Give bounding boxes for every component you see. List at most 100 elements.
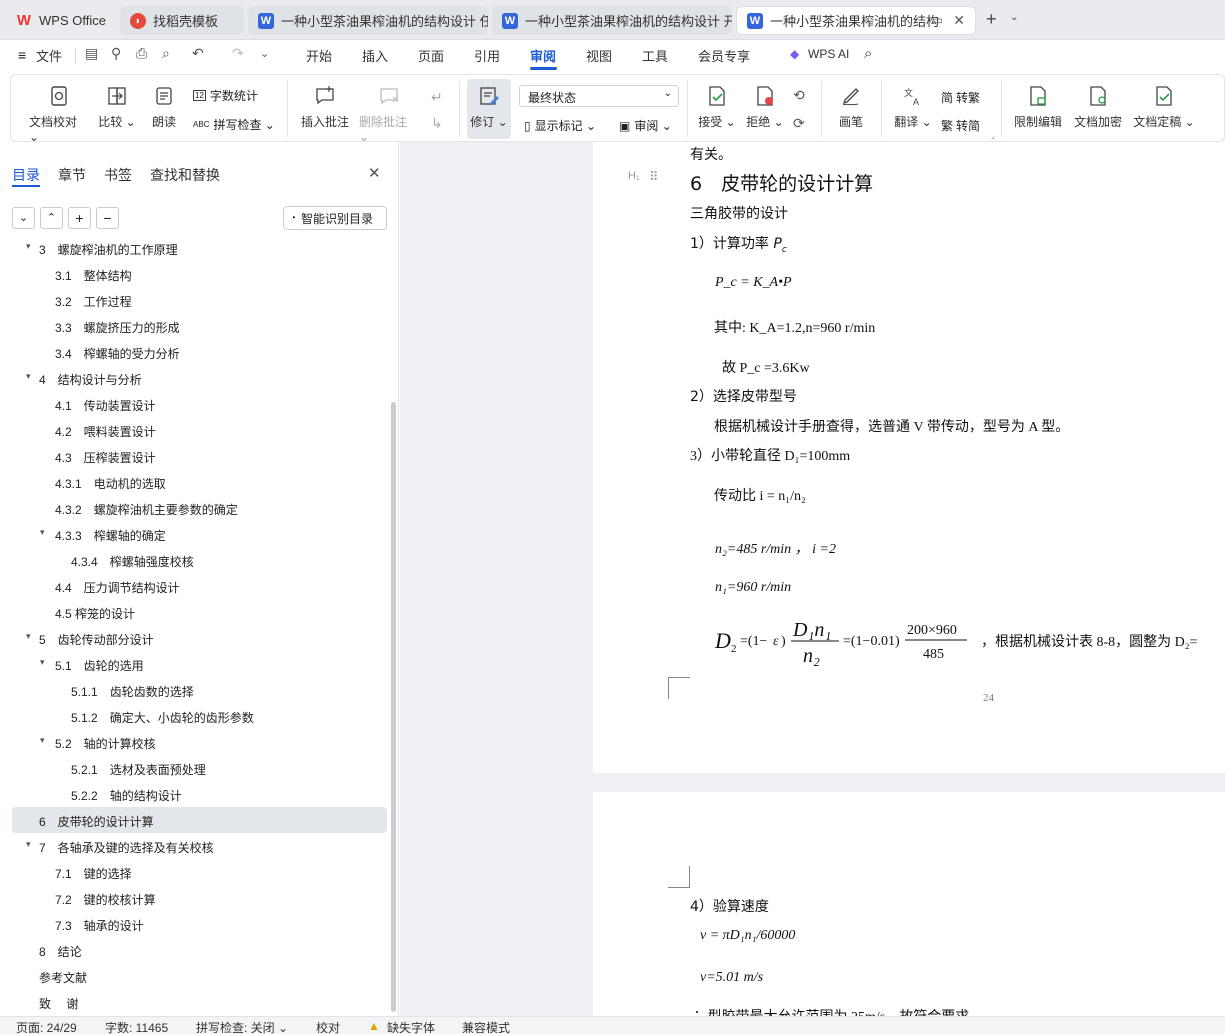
toc-scrollbar[interactable] xyxy=(391,402,396,1012)
expand-icon[interactable]: ⌃ xyxy=(40,207,63,229)
menu-review[interactable]: 审阅 xyxy=(530,46,556,65)
close-tab-icon[interactable]: ✕ xyxy=(953,12,965,29)
compare-button[interactable]: 比较 ⌄ xyxy=(97,75,137,130)
share-icon[interactable]: ⚲ xyxy=(111,45,121,62)
close-pane-icon[interactable]: ✕ xyxy=(368,164,381,182)
toc-item[interactable]: ▾ 3 螺旋榨油机的工作原理 xyxy=(0,242,392,261)
toc-item[interactable]: 4.3.1 电动机的选取 xyxy=(0,469,392,495)
toc-item-selected[interactable]: 6 皮带轮的设计计算 xyxy=(12,807,387,833)
tab-bookmark[interactable]: 书签 xyxy=(104,165,132,185)
toc-item[interactable]: 参考文献 xyxy=(0,963,392,989)
proof-button[interactable]: 文档校对 ⌄ xyxy=(29,75,89,144)
menu-wps-ai[interactable]: WPS AI xyxy=(808,47,849,61)
compat-mode[interactable]: 兼容模式 xyxy=(462,1019,510,1036)
toc-item[interactable]: 8 结论 xyxy=(0,937,392,963)
toc-item[interactable]: 致 谢 xyxy=(0,989,392,1015)
menu-file[interactable]: 文件 xyxy=(36,46,62,65)
tab-template[interactable]: ◗ 找稻壳模板 xyxy=(120,6,244,35)
insert-comment-button[interactable]: 插入批注 xyxy=(299,75,351,130)
collapse-icon[interactable]: ⌄ xyxy=(12,207,35,229)
tab-wps-office[interactable]: W WPS Office xyxy=(6,6,116,35)
hamburger-icon[interactable]: ≡ xyxy=(18,47,26,63)
final-state-select[interactable]: 最终状态 ⌄ xyxy=(519,85,679,107)
tab-doc-task[interactable]: W 一种小型茶油果榨油机的结构设计 任 xyxy=(248,6,488,35)
read-aloud-button[interactable]: 朗读 xyxy=(149,75,179,130)
toc-item[interactable]: 3.2 工作过程 xyxy=(0,287,392,313)
to-traditional-button[interactable]: 简转繁 xyxy=(941,89,980,106)
page-indicator[interactable]: 页面: 24/29 xyxy=(16,1019,77,1036)
menu-vip[interactable]: 会员专享 xyxy=(698,46,750,65)
tab-chapter[interactable]: 章节 xyxy=(58,165,86,185)
missing-font[interactable]: 缺失字体 xyxy=(387,1019,435,1036)
undo-icon[interactable]: ↶ xyxy=(192,45,204,62)
delete-comment-button[interactable]: 删除批注 ⌄ xyxy=(359,75,419,144)
save-icon[interactable]: ▤ xyxy=(85,45,98,62)
translate-button[interactable]: 文A 翻译 ⌄ xyxy=(893,75,933,130)
tab-doc-open[interactable]: W 一种小型茶油果榨油机的结构设计 开 xyxy=(492,6,732,35)
accept-button[interactable]: 接受 ⌄ xyxy=(697,75,737,130)
toc-item[interactable]: 7.3 轴承的设计 xyxy=(0,911,392,937)
toc-item[interactable]: 4.3.4 榨螺轴强度校核 xyxy=(0,547,392,573)
menu-insert[interactable]: 插入 xyxy=(362,46,388,65)
prev-comment-icon[interactable]: ↵ xyxy=(431,89,443,106)
toc-item[interactable]: ▾ 4 结构设计与分析 xyxy=(0,365,392,391)
encrypt-button[interactable]: 文档加密 xyxy=(1071,75,1125,130)
drag-handle-icon[interactable]: ⠿ xyxy=(649,169,659,185)
spellcheck-button[interactable]: ABC 拼写检查 ⌄ xyxy=(193,116,275,133)
toc-item[interactable]: 5.1.2 确定大、小齿轮的齿形参数 xyxy=(0,703,392,729)
toc-item[interactable]: ▾ 5 齿轮传动部分设计 xyxy=(0,625,392,651)
finalize-button[interactable]: 文档定稿 ⌄ xyxy=(1131,75,1197,130)
to-simplified-button[interactable]: 繁转简 xyxy=(941,117,980,134)
menu-tools[interactable]: 工具 xyxy=(642,46,668,65)
menu-page[interactable]: 页面 xyxy=(418,46,444,65)
print-preview-icon[interactable]: ⌕ xyxy=(162,45,170,62)
toc-item[interactable]: 4.2 喂料装置设计 xyxy=(0,417,392,443)
show-marks-button[interactable]: ▯ 显示标记 ⌄ xyxy=(524,117,596,134)
dialog-launcher-icon[interactable]: ⌟ xyxy=(991,131,995,140)
proof-status[interactable]: 校对 xyxy=(316,1019,340,1036)
add-entry-icon[interactable]: + xyxy=(68,207,91,229)
reject-button[interactable]: 拒绝 ⌄ xyxy=(745,75,785,130)
toc-item[interactable]: 4.4 压力调节结构设计 xyxy=(0,573,392,599)
prev-revision-icon[interactable]: ⟲ xyxy=(793,87,805,104)
new-tab-icon[interactable]: + xyxy=(986,9,997,30)
pen-button[interactable]: 画笔 xyxy=(835,75,867,130)
tab-list-chevron-icon[interactable]: ⌄ xyxy=(1010,12,1018,23)
print-icon[interactable]: ⎙ xyxy=(136,45,147,62)
toc-item[interactable]: ▾ 5.2 轴的计算校核 xyxy=(0,729,392,755)
toc-item[interactable]: ▾ 5.1 齿轮的选用 xyxy=(0,651,392,677)
toc-item[interactable]: 3.1 整体结构 xyxy=(0,261,392,287)
word-count[interactable]: 字数: 11465 xyxy=(105,1019,168,1036)
toc-item[interactable]: 4.1 传动装置设计 xyxy=(0,391,392,417)
toc-item[interactable]: 7.1 键的选择 xyxy=(0,859,392,885)
toc-item[interactable]: 4.3 压榨装置设计 xyxy=(0,443,392,469)
review-pane-button[interactable]: ▣ 审阅 ⌄ xyxy=(619,117,672,134)
toc-item[interactable]: 5.1.1 齿轮齿数的选择 xyxy=(0,677,392,703)
toc-item[interactable]: 7.2 键的校核计算 xyxy=(0,885,392,911)
next-revision-icon[interactable]: ⟳ xyxy=(793,115,805,132)
restrict-edit-button[interactable]: 限制编辑 xyxy=(1011,75,1065,130)
toc-item[interactable]: 4.5 榨笼的设计 xyxy=(0,599,392,625)
menu-reference[interactable]: 引用 xyxy=(474,46,500,65)
tab-toc[interactable]: 目录 xyxy=(12,165,40,185)
tab-doc-active[interactable]: W 一种小型茶油果榨油机的结构 ▭ ✕ xyxy=(736,6,976,35)
toc-item[interactable]: 5.2.2 轴的结构设计 xyxy=(0,781,392,807)
remove-entry-icon[interactable]: − xyxy=(96,207,119,229)
redo-icon[interactable]: ↷ xyxy=(232,45,244,62)
toc-item[interactable]: ▾ 7 各轴承及键的选择及有关校核 xyxy=(0,833,392,859)
menu-view[interactable]: 视图 xyxy=(586,46,612,65)
toc-item[interactable]: 3.3 螺旋挤压力的形成 xyxy=(0,313,392,339)
toc-item[interactable]: 4.3.2 螺旋榨油机主要参数的确定 xyxy=(0,495,392,521)
wordcount-button[interactable]: 12 字数统计 xyxy=(193,87,258,104)
quick-access-chevron-icon[interactable]: ⌄ xyxy=(260,47,269,60)
search-icon[interactable]: ⌕ xyxy=(864,45,872,62)
toc-item[interactable]: 5.2.1 选材及表面预处理 xyxy=(0,755,392,781)
toc-item[interactable]: ▾ 4.3.3 榨螺轴的确定 xyxy=(0,521,392,547)
track-changes-button[interactable]: 修订 ⌄ xyxy=(467,79,511,139)
menu-start[interactable]: 开始 xyxy=(306,46,332,65)
spell-status[interactable]: 拼写检查: 关闭 ⌄ xyxy=(196,1019,288,1036)
screen-icon[interactable]: ▭ xyxy=(932,13,943,27)
toc-item[interactable]: 3.4 榨螺轴的受力分析 xyxy=(0,339,392,365)
next-comment-icon[interactable]: ↳ xyxy=(431,115,443,132)
tab-find-replace[interactable]: 查找和替换 xyxy=(150,165,220,185)
